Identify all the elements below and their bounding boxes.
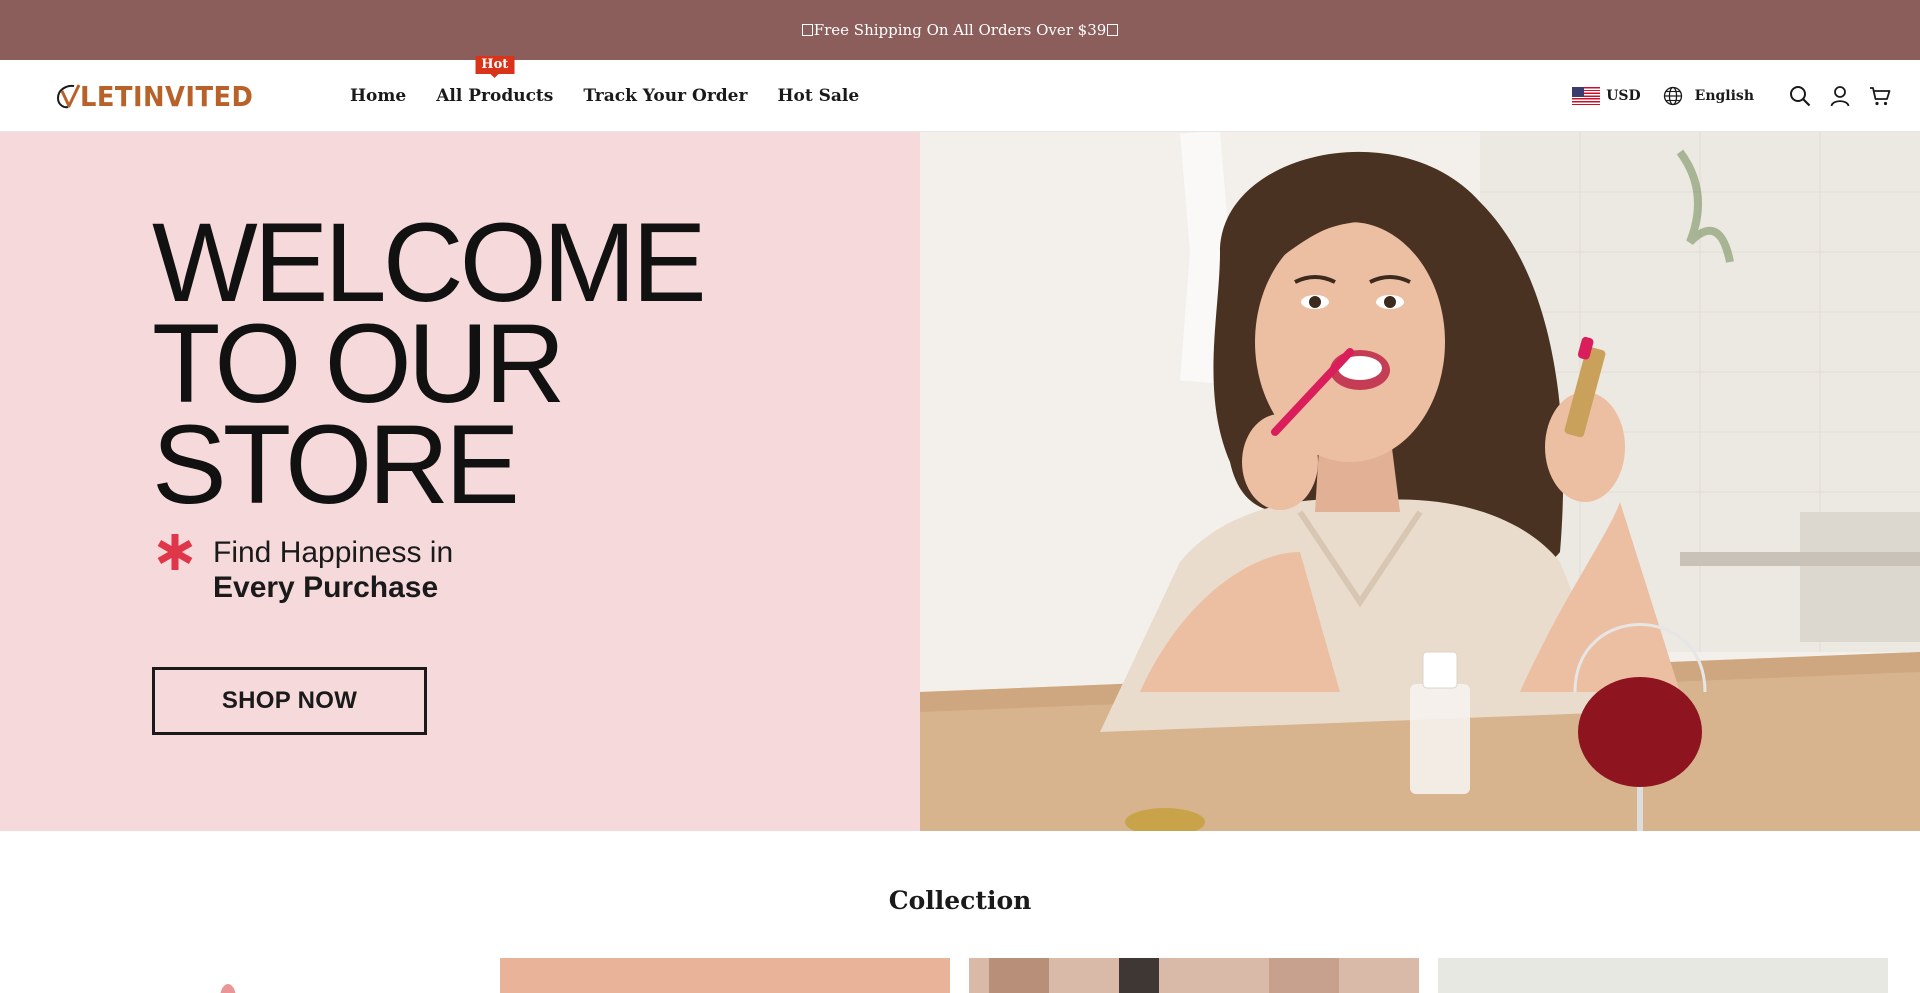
currency-label: USD <box>1606 88 1641 104</box>
collection-card[interactable] <box>1438 958 1888 993</box>
currency-selector[interactable]: USD <box>1572 87 1641 105</box>
hero-title-line-1: WELCOME <box>152 200 707 325</box>
logo-text: LETINVITED <box>80 79 254 113</box>
hero-image[interactable] <box>920 132 1920 831</box>
us-flag-icon <box>1572 87 1601 105</box>
globe-icon <box>1663 86 1682 106</box>
hero-title-line-3: STORE <box>152 402 520 527</box>
header-utilities: USD English <box>1572 60 1892 132</box>
hero-title-line-2: TO OUR <box>152 301 566 426</box>
language-selector[interactable]: English <box>1663 86 1754 106</box>
announcement-bar: Free Shipping On All Orders Over $39 <box>0 0 1920 60</box>
nav-all-products[interactable]: Hot All Products <box>436 56 554 106</box>
search-icon[interactable] <box>1788 84 1812 108</box>
hot-badge: Hot <box>475 56 515 74</box>
cart-icon[interactable] <box>1868 84 1892 108</box>
gift-icon-right <box>1107 24 1119 36</box>
hero-title: WELCOME TO OUR STORE <box>152 200 707 527</box>
collection-card[interactable] <box>30 958 480 993</box>
asterisk-icon <box>157 534 193 570</box>
hero-banner: WELCOME TO OUR STORE Find Happiness in E… <box>0 132 1920 831</box>
account-icon[interactable] <box>1828 84 1852 108</box>
shop-now-button[interactable]: SHOP NOW <box>152 667 427 735</box>
hero-text-panel: WELCOME TO OUR STORE Find Happiness in E… <box>0 132 920 831</box>
nav-track-order[interactable]: Track Your Order <box>583 86 747 106</box>
gift-icon-left <box>801 24 813 36</box>
nav-hot-sale-label: Hot Sale <box>777 86 860 106</box>
hero-tagline: Find Happiness in Every Purchase <box>213 535 453 605</box>
collection-card[interactable] <box>969 958 1419 993</box>
nav-home[interactable]: Home <box>350 86 406 106</box>
announcement-text: Free Shipping On All Orders Over $39 <box>813 21 1107 39</box>
language-label: English <box>1694 88 1754 104</box>
store-logo[interactable]: LETINVITED <box>52 78 268 114</box>
main-nav: Home Hot All Products Track Your Order H… <box>350 56 889 132</box>
hero-tagline-line-1: Find Happiness in <box>213 536 454 569</box>
nav-all-products-label: All Products <box>436 86 554 106</box>
nav-home-label: Home <box>350 86 407 106</box>
logo-mark-icon <box>52 81 82 111</box>
nav-track-order-label: Track Your Order <box>583 86 748 106</box>
nav-hot-sale[interactable]: Hot Sale <box>777 86 859 106</box>
site-header: LETINVITED Home Hot All Products Track Y… <box>0 56 1920 132</box>
collection-heading: Collection <box>888 886 1032 915</box>
hero-photo-illustration <box>920 132 1920 831</box>
collection-card[interactable] <box>500 958 950 993</box>
hero-tagline-line-2: Every Purchase <box>213 571 439 604</box>
